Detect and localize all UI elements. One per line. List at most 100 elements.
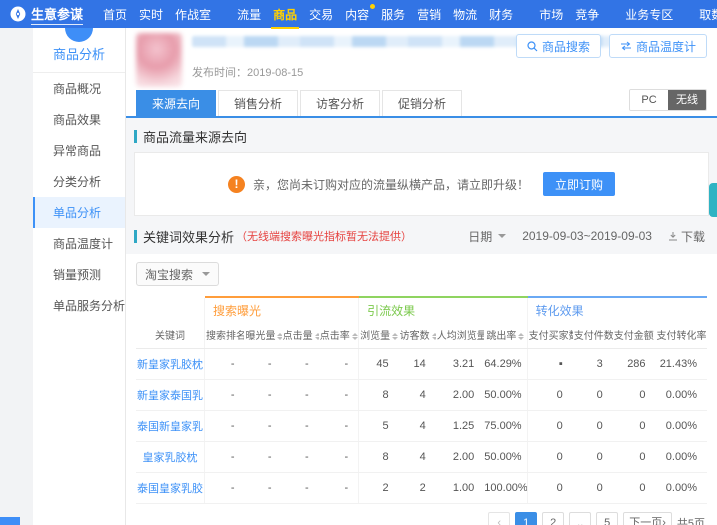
keyword-link[interactable]: 新皇家泰国乳 (136, 379, 205, 411)
product-thermometer-label: 商品温度计 (635, 39, 696, 54)
page-next-button[interactable]: 下一页› (623, 512, 672, 525)
channel-filter-dropdown[interactable]: 淘宝搜索 (136, 262, 220, 286)
device-wireless-button[interactable]: 无线 (668, 90, 706, 110)
download-button[interactable]: 下载 (668, 228, 705, 245)
sidebar-item-service-analysis[interactable]: 单品服务分析 (33, 290, 125, 321)
sidebar-item-thermometer[interactable]: 商品温度计 (33, 228, 125, 259)
left-rail (0, 28, 33, 525)
cell-avg-views: 1.00 (435, 472, 485, 504)
nav-item-business-zone[interactable]: 业务专区 (625, 6, 673, 23)
col-bounce-rate[interactable]: 跳出率 (484, 321, 528, 349)
product-thumbnail (136, 33, 182, 87)
cell-exposure: - (244, 348, 282, 380)
cell-clicks: - (281, 379, 319, 411)
col-visitors[interactable]: 访客数 (398, 321, 436, 349)
cell-pay-conversion: 0.00% (655, 410, 707, 442)
nav-item-content[interactable]: 内容 (345, 3, 376, 23)
product-search-button[interactable]: 商品搜索 (515, 34, 601, 58)
nav-item-finance[interactable]: 财务 (489, 6, 513, 23)
tab-source-destination[interactable]: 来源去向 (136, 90, 217, 116)
sidebar-item-category[interactable]: 分类分析 (33, 166, 125, 197)
tab-promotion-analysis[interactable]: 促销分析 (382, 90, 463, 116)
nav-item-marketing[interactable]: 营销 (417, 6, 441, 23)
nav-item-realtime[interactable]: 实时 (139, 6, 163, 23)
nav-item-traffic[interactable]: 流量 (237, 6, 261, 23)
page-2-button[interactable]: 2 (542, 512, 565, 525)
top-nav: 生意参谋 首页 实时 作战室 流量 商品 交易 内容 服务 营销 物流 财务 市… (0, 0, 717, 29)
sidebar-item-sales-forecast[interactable]: 销量预测 (33, 259, 125, 290)
cell-pageviews: 45 (358, 348, 399, 380)
col-pageviews[interactable]: 浏览量 (358, 321, 399, 349)
cell-visitors: 4 (398, 441, 436, 473)
cell-pay-amount: 0 (612, 410, 656, 442)
col-search-rank[interactable]: 搜索排名 (204, 321, 245, 349)
col-avg-views[interactable]: 人均浏览量 (435, 321, 485, 349)
keyword-link[interactable]: 泰国新皇家乳 (136, 410, 205, 442)
cell-pay-amount: 0 (612, 472, 656, 504)
sidebar-item-single-item[interactable]: 单品分析 (33, 197, 125, 228)
sort-icon (314, 332, 319, 340)
cell-visitors: 4 (398, 379, 436, 411)
group-header-row: 搜索曝光 引流效果 转化效果 (136, 296, 707, 321)
keyword-effect-table: 搜索曝光 引流效果 转化效果 关键词 搜索排名 曝光量 点击量 点击率 浏览量 … (136, 296, 707, 504)
search-icon (527, 40, 538, 51)
product-thermometer-button[interactable]: 商品温度计 (608, 34, 707, 58)
cell-pageviews: 8 (358, 379, 399, 411)
main-content: 发布时间：2019-08-15 商品搜索 商品温度计 来源去向 销售分析 访客分… (126, 28, 717, 525)
sidebar-item-effect[interactable]: 商品效果 (33, 104, 125, 135)
warning-text: 亲，您尚未订购对应的流量纵横产品，请立即升级！ (252, 177, 529, 192)
page-1-button[interactable]: 1 (515, 512, 538, 525)
product-search-label: 商品搜索 (541, 39, 590, 54)
cell-search-rank: - (204, 379, 245, 411)
page-ellipsis: .. (569, 512, 592, 525)
col-pay-buyers: 支付买家数 (526, 321, 573, 349)
nav-item-market[interactable]: 市场 (539, 6, 563, 23)
table-row: 泰国皇家乳胶 - - - - 2 2 1.00 100.00% 0 0 0 0.… (136, 472, 707, 504)
cell-avg-views: 2.00 (435, 441, 485, 473)
cell-avg-views: 2.00 (435, 379, 485, 411)
keyword-link[interactable]: 皇家乳胶枕 (136, 441, 205, 473)
nav-item-trade[interactable]: 交易 (309, 6, 333, 23)
table-row: 皇家乳胶枕 - - - - 8 4 2.00 50.00% 0 0 0 0.00… (136, 441, 707, 473)
nav-item-competition[interactable]: 竞争 (575, 6, 599, 23)
keyword-link[interactable]: 泰国皇家乳胶 (136, 472, 205, 504)
table-body: 新皇家乳胶枕 - - - - 45 14 3.21 64.29% ▪ 3 286… (136, 348, 707, 504)
nav-item-home[interactable]: 首页 (103, 6, 127, 23)
date-dropdown[interactable]: 日期 (468, 228, 507, 245)
tab-sales-analysis[interactable]: 销售分析 (218, 90, 299, 116)
col-pay-conversion[interactable]: 支付转化率 (655, 321, 707, 349)
page-prev-button[interactable]: ‹ (488, 512, 511, 525)
pagination: ‹ 1 2 .. 5 下一页› 共5页 (136, 504, 707, 525)
tab-visitor-analysis[interactable]: 访客分析 (300, 90, 381, 116)
brand-name[interactable]: 生意参谋 (31, 4, 84, 25)
nav-item-service[interactable]: 服务 (381, 6, 405, 23)
cell-pay-items: 0 (572, 472, 613, 504)
sidebar-item-abnormal[interactable]: 异常商品 (33, 135, 125, 166)
nav-item-logistics[interactable]: 物流 (453, 6, 477, 23)
page-5-button[interactable]: 5 (596, 512, 619, 525)
sidebar-item-overview[interactable]: 商品概况 (33, 73, 125, 104)
nav-item-goods[interactable]: 商品 (271, 6, 300, 29)
col-ctr[interactable]: 点击率 (318, 321, 359, 349)
app-logo-icon[interactable] (10, 6, 26, 22)
cell-bounce-rate: 64.29% (484, 348, 528, 380)
cell-visitors: 4 (398, 410, 436, 442)
cell-pay-conversion: 0.00% (655, 472, 707, 504)
sidebar: 商品分析 商品概况 商品效果 异常商品 分类分析 单品分析 商品温度计 销量预测… (33, 14, 126, 525)
cell-pageviews: 5 (358, 410, 399, 442)
col-pay-amount[interactable]: 支付金额 (612, 321, 656, 349)
col-exposure[interactable]: 曝光量 (244, 321, 282, 349)
cell-clicks: - (281, 348, 319, 380)
col-pay-items[interactable]: 支付件数 (572, 321, 613, 349)
keyword-link[interactable]: 新皇家乳胶枕 (136, 348, 205, 380)
cell-clicks: - (281, 472, 319, 504)
nav-item-warroom[interactable]: 作战室 (175, 6, 211, 23)
nav-item-data-extract[interactable]: 取数 (699, 6, 717, 23)
edge-feedback-tab[interactable] (709, 183, 717, 217)
device-pc-button[interactable]: PC (630, 90, 668, 110)
date-range[interactable]: 2019-09-03~2019-09-03 (522, 229, 652, 243)
col-clicks[interactable]: 点击量 (281, 321, 319, 349)
download-label: 下载 (680, 229, 705, 244)
order-now-button[interactable]: 立即订购 (543, 172, 616, 196)
channel-filter-label: 淘宝搜索 (145, 267, 194, 282)
